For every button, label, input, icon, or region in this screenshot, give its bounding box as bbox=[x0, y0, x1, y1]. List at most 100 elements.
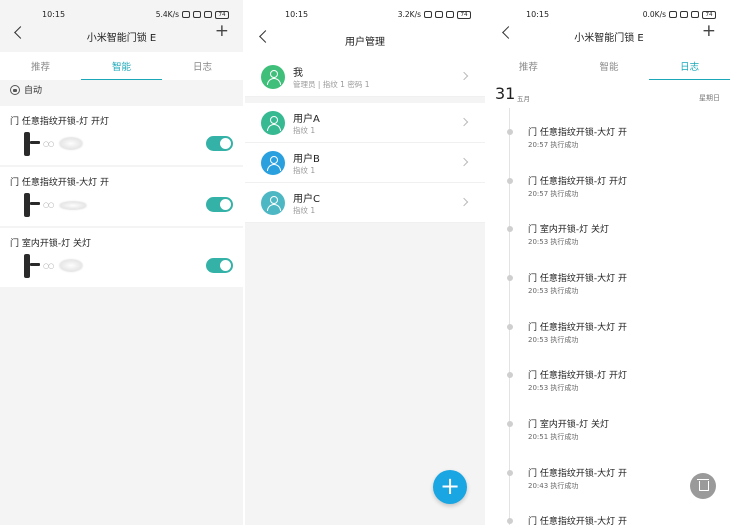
tab-recommend[interactable]: 推荐 bbox=[488, 52, 569, 80]
admin-group: 我 管理员 | 指纹 1 密码 1 bbox=[245, 57, 485, 97]
user-name: 我 bbox=[293, 68, 303, 79]
scene-label: 门 任意指纹开锁-大灯 开 bbox=[10, 178, 109, 188]
timeline-line bbox=[509, 108, 510, 525]
log-result: 执行成功 bbox=[550, 482, 579, 490]
log-text: 门 任意指纹开锁-灯 开灯 bbox=[528, 177, 627, 187]
status-bar: 10:15 0.0K/s 74 bbox=[488, 8, 730, 22]
log-result: 执行成功 bbox=[550, 141, 579, 149]
wifi-icon bbox=[691, 11, 699, 18]
log-text: 门 任意指纹开锁-大灯 开 bbox=[528, 274, 627, 284]
scene-label: 门 任意指纹开锁-灯 开灯 bbox=[10, 117, 109, 127]
tab-log[interactable]: 日志 bbox=[649, 52, 730, 80]
scene-card[interactable]: 门 室内开锁-灯 关灯 ○○ bbox=[0, 228, 243, 287]
user-list: 用户A 指纹 1 用户B 指纹 1 用户C 指纹 1 bbox=[245, 103, 485, 223]
chevron-right-icon bbox=[459, 197, 469, 207]
door-lock-icon bbox=[24, 193, 40, 217]
chevron-right-icon bbox=[459, 117, 469, 127]
signal-icon bbox=[435, 11, 443, 18]
network-speed: 3.2K/s bbox=[397, 10, 421, 19]
status-right: 0.0K/s 74 bbox=[643, 10, 716, 19]
chevron-right-icon bbox=[459, 157, 469, 167]
log-time: 20:43 bbox=[528, 482, 549, 490]
log-entry: 门 任意指纹开锁-大灯 开 20:57 执行成功 bbox=[488, 125, 728, 155]
add-icon[interactable]: + bbox=[215, 23, 229, 40]
timeline-dot bbox=[507, 518, 513, 524]
log-text: 门 室内开锁-灯 关灯 bbox=[528, 225, 609, 235]
user-name: 用户C bbox=[293, 194, 320, 205]
signal-icon bbox=[680, 11, 688, 18]
avatar-icon bbox=[261, 111, 285, 135]
log-text: 门 任意指纹开锁-大灯 开 bbox=[528, 517, 627, 525]
user-detail: 指纹 1 bbox=[293, 126, 316, 135]
scene-card[interactable]: 门 任意指纹开锁-灯 开灯 ○○ bbox=[0, 106, 243, 165]
delete-icon[interactable] bbox=[690, 473, 716, 499]
user-row[interactable]: 用户C 指纹 1 bbox=[245, 183, 485, 223]
link-icon: ○○ bbox=[43, 201, 54, 209]
timeline-dot bbox=[507, 372, 513, 378]
user-row-admin[interactable]: 我 管理员 | 指纹 1 密码 1 bbox=[245, 57, 485, 97]
user-row[interactable]: 用户A 指纹 1 bbox=[245, 103, 485, 143]
alarm-icon bbox=[182, 11, 190, 18]
nav-bar: 小米智能门锁 E + bbox=[0, 23, 243, 48]
tab-smart[interactable]: 智能 bbox=[81, 52, 162, 80]
user-row[interactable]: 用户B 指纹 1 bbox=[245, 143, 485, 183]
date-header: 31 五月 星期日 bbox=[495, 84, 720, 104]
status-right: 3.2K/s 74 bbox=[398, 10, 471, 19]
tab-smart[interactable]: 智能 bbox=[569, 52, 650, 80]
auto-icon bbox=[10, 84, 20, 95]
log-meta: 20:51 执行成功 bbox=[528, 432, 578, 442]
date-month: 五月 bbox=[517, 95, 530, 103]
page-title: 小米智能门锁 E bbox=[86, 33, 157, 44]
network-speed: 5.4K/s bbox=[155, 10, 179, 19]
tab-recommend[interactable]: 推荐 bbox=[0, 52, 81, 80]
status-time: 10:15 bbox=[42, 10, 66, 19]
log-time: 20:53 bbox=[528, 238, 549, 246]
timeline-dot bbox=[507, 470, 513, 476]
link-icon: ○○ bbox=[43, 262, 54, 270]
log-entry: 门 室内开锁-灯 关灯 20:51 执行成功 bbox=[488, 417, 728, 447]
chevron-right-icon bbox=[459, 71, 469, 81]
log-meta: 20:53 执行成功 bbox=[528, 335, 578, 345]
door-lock-icon bbox=[24, 254, 40, 278]
scene-toggle[interactable] bbox=[206, 258, 233, 273]
timeline-dot bbox=[507, 421, 513, 427]
log-time: 20:57 bbox=[528, 190, 549, 198]
scene-card[interactable]: 门 任意指纹开锁-大灯 开 ○○ bbox=[0, 167, 243, 226]
timeline-dot bbox=[507, 178, 513, 184]
wifi-icon bbox=[204, 11, 212, 18]
alarm-icon bbox=[424, 11, 432, 18]
log-meta: 20:57 执行成功 bbox=[528, 140, 578, 150]
log-meta: 20:53 执行成功 bbox=[528, 237, 578, 247]
log-text: 门 任意指纹开锁-灯 开灯 bbox=[528, 371, 627, 381]
status-time: 10:15 bbox=[285, 10, 309, 19]
user-detail: 指纹 1 bbox=[293, 166, 316, 175]
tab-log[interactable]: 日志 bbox=[162, 52, 243, 80]
avatar-icon bbox=[261, 151, 285, 175]
log-text: 门 任意指纹开锁-大灯 开 bbox=[528, 128, 627, 138]
timeline-dot bbox=[507, 226, 513, 232]
battery-icon: 74 bbox=[702, 10, 716, 19]
scene-toggle[interactable] bbox=[206, 197, 233, 212]
log-entry: 门 任意指纹开锁-大灯 开 20:53 执行成功 bbox=[488, 320, 728, 350]
avatar-icon bbox=[261, 65, 285, 89]
log-result: 执行成功 bbox=[550, 336, 579, 344]
log-meta: 20:43 执行成功 bbox=[528, 481, 578, 491]
log-time: 20:51 bbox=[528, 433, 549, 441]
page-title: 小米智能门锁 E bbox=[574, 33, 644, 44]
log-entry: 门 任意指纹开锁-灯 开灯 20:57 执行成功 bbox=[488, 174, 728, 204]
add-user-button[interactable]: + bbox=[433, 470, 467, 504]
signal-icon bbox=[193, 11, 201, 18]
avatar-icon bbox=[261, 191, 285, 215]
alarm-icon bbox=[669, 11, 677, 18]
log-meta: 20:57 执行成功 bbox=[528, 189, 578, 199]
lamp-icon bbox=[60, 138, 82, 149]
scene-toggle[interactable] bbox=[206, 136, 233, 151]
log-text: 门 任意指纹开锁-大灯 开 bbox=[528, 323, 627, 333]
tab-bar: 推荐 智能 日志 bbox=[0, 52, 243, 80]
log-entry: 门 任意指纹开锁-大灯 开 bbox=[488, 514, 728, 525]
link-icon: ○○ bbox=[43, 140, 54, 148]
add-icon[interactable]: + bbox=[702, 23, 716, 40]
lamp-icon bbox=[60, 260, 82, 271]
log-time: 20:53 bbox=[528, 336, 549, 344]
network-speed: 0.0K/s bbox=[642, 10, 666, 19]
